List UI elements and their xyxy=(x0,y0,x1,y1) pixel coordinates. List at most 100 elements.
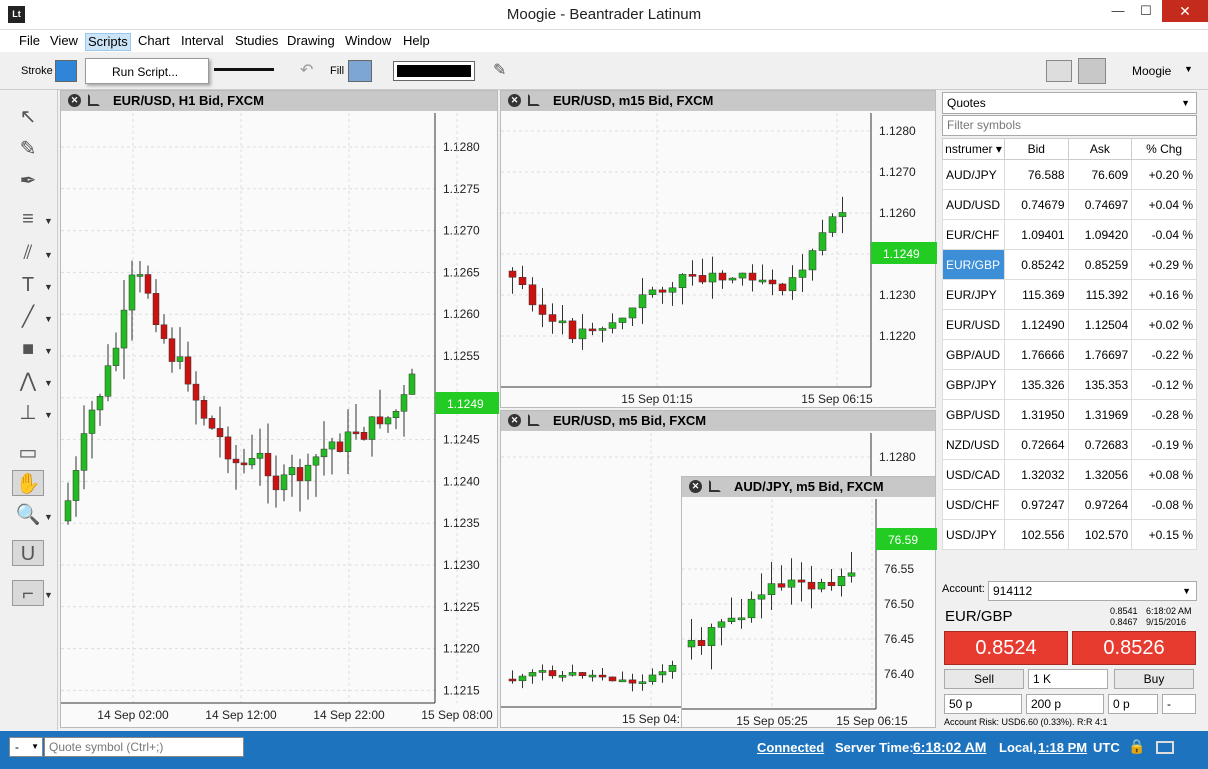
menu-studies[interactable]: Studies xyxy=(233,33,280,51)
connected-link[interactable]: Connected xyxy=(757,740,824,755)
take-profit-value: 200 p xyxy=(1031,697,1062,711)
pen-icon[interactable]: ✒ xyxy=(12,168,44,194)
chevron-down-icon[interactable]: ▼ xyxy=(1184,64,1193,74)
menu-scripts[interactable]: Scripts xyxy=(85,33,131,51)
candle-body xyxy=(847,572,856,577)
table-row[interactable]: USD/CHF 0.97247 0.97264 -0.08 % xyxy=(942,489,1197,520)
prefix-value: - xyxy=(15,740,19,754)
chart-eurusd-m15[interactable]: ✕ EUR/USD, m15 Bid, FXCM 1.1280 1.1270 1.1… xyxy=(500,90,937,408)
cell-ask: 1.32056 xyxy=(1067,459,1133,490)
line-icon[interactable]: ╱ xyxy=(12,304,44,330)
maximize-button[interactable]: ☐ xyxy=(1132,0,1160,22)
close-button[interactable]: ✕ xyxy=(1162,0,1208,22)
chevron-down-icon[interactable]: ▼ xyxy=(44,590,53,600)
col-bid[interactable]: Bid xyxy=(1004,138,1069,160)
layout-single-icon[interactable] xyxy=(1046,60,1072,82)
pointer-icon[interactable]: ↖ xyxy=(12,104,44,130)
chart-audjpy-m5[interactable]: ✕ AUD/JPY, m5 Bid, FXCM 76.55 76.50 76.45 7… xyxy=(681,476,937,728)
buy-button[interactable]: Buy xyxy=(1114,669,1194,689)
col-ask[interactable]: Ask xyxy=(1067,138,1133,160)
symbol-prefix-select[interactable]: - ▼ xyxy=(9,737,43,757)
channel-icon[interactable]: ⫽ xyxy=(12,240,44,266)
magnet-icon[interactable]: U xyxy=(12,540,44,566)
fill-pattern-picker[interactable] xyxy=(393,61,475,81)
menu-window[interactable]: Window xyxy=(343,33,393,51)
stroke-width-picker[interactable] xyxy=(214,68,274,71)
pattern-icon[interactable]: ⋀ xyxy=(12,368,44,394)
table-row[interactable]: EUR/JPY 115.369 115.392 +0.16 % xyxy=(942,279,1197,310)
table-row[interactable]: NZD/USD 0.72664 0.72683 -0.19 % xyxy=(942,429,1197,460)
candle-body xyxy=(518,277,527,285)
account-select[interactable]: 914112 ▼ xyxy=(988,581,1197,601)
sell-button[interactable]: Sell xyxy=(944,669,1024,689)
run-script-item[interactable]: Run Script... xyxy=(112,65,178,79)
trailing-stepper[interactable]: 0 p xyxy=(1108,694,1158,714)
candle-body xyxy=(728,277,737,281)
table-row[interactable]: USD/CAD 1.32032 1.32056 +0.08 % xyxy=(942,459,1197,490)
quote-symbol-input[interactable]: Quote symbol (Ctrl+;) xyxy=(44,737,244,757)
table-row[interactable]: EUR/USD 1.12490 1.12504 +0.02 % xyxy=(942,309,1197,340)
ruler-icon[interactable]: ▭ xyxy=(12,440,44,466)
chart-eurusd-h1[interactable]: ✕ EUR/USD, H1 Bid, FXCM 1.1280 1.1275 1.12… xyxy=(60,90,499,728)
table-row[interactable]: AUD/JPY 76.588 76.609 +0.20 % xyxy=(942,159,1197,190)
quantity-stepper[interactable]: 1 K xyxy=(1028,669,1108,689)
stamp-icon[interactable]: ⊥ xyxy=(12,400,44,426)
chevron-down-icon[interactable]: ▼ xyxy=(44,314,53,324)
cell-chg: +0.16 % xyxy=(1131,279,1197,310)
chevron-down-icon[interactable]: ▼ xyxy=(44,512,53,522)
order-type-select[interactable]: - xyxy=(1162,694,1196,714)
screen-icon[interactable] xyxy=(1156,741,1174,754)
table-row[interactable]: USD/JPY 102.556 102.570 +0.15 % xyxy=(942,519,1197,550)
table-row[interactable]: EUR/CHF 1.09401 1.09420 -0.04 % xyxy=(942,219,1197,250)
quotes-selector[interactable]: Quotes ▼ xyxy=(942,92,1197,114)
candle-body xyxy=(638,681,647,684)
x-tick-label: 15 Sep 01:15 xyxy=(621,392,693,406)
user-menu[interactable]: Moogie xyxy=(1132,64,1171,78)
table-row[interactable]: GBP/JPY 135.326 135.353 -0.12 % xyxy=(942,369,1197,400)
buy-price-button[interactable]: 0.8526 xyxy=(1072,631,1196,665)
menu-view[interactable]: View xyxy=(48,33,80,51)
trendline-icon[interactable]: ⌐ xyxy=(12,580,44,606)
table-row[interactable]: GBP/USD 1.31950 1.31969 -0.28 % xyxy=(942,399,1197,430)
candle-body xyxy=(608,322,617,329)
chevron-down-icon[interactable]: ▼ xyxy=(44,250,53,260)
table-row[interactable]: GBP/AUD 1.76666 1.76697 -0.22 % xyxy=(942,339,1197,370)
menu-drawing[interactable]: Drawing xyxy=(285,33,337,51)
eraser-icon[interactable]: ✎ xyxy=(493,60,506,80)
menu-file[interactable]: File xyxy=(17,33,42,51)
candle-body xyxy=(400,394,408,412)
menu-chart[interactable]: Chart xyxy=(136,33,172,51)
stroke-color-swatch[interactable] xyxy=(55,60,77,82)
menu-help[interactable]: Help xyxy=(401,33,432,51)
candle-body xyxy=(200,399,208,419)
lock-icon[interactable]: 🔒 xyxy=(1128,738,1145,755)
chevron-down-icon[interactable]: ▼ xyxy=(44,410,53,420)
chevron-down-icon[interactable]: ▼ xyxy=(44,346,53,356)
filter-symbols-input[interactable]: Filter symbols xyxy=(942,115,1197,136)
table-row[interactable]: AUD/USD 0.74679 0.74697 +0.04 % xyxy=(942,189,1197,220)
hand-icon[interactable]: ✋ xyxy=(12,470,44,496)
table-row[interactable]: EUR/GBP 0.85242 0.85259 +0.29 % xyxy=(942,249,1197,280)
minimize-button[interactable]: — xyxy=(1104,0,1132,22)
zoom-icon[interactable]: 🔍 xyxy=(12,502,44,528)
col-instrument[interactable]: nstrumer ▾ xyxy=(942,138,1005,160)
cell-chg: -0.12 % xyxy=(1131,369,1197,400)
undo-icon[interactable]: ↶ xyxy=(300,60,313,80)
fill-color-swatch[interactable] xyxy=(348,60,372,82)
col-chg[interactable]: % Chg xyxy=(1131,138,1197,160)
menu-interval[interactable]: Interval xyxy=(179,33,226,51)
layout-split-icon[interactable] xyxy=(1078,58,1106,84)
stop-loss-stepper[interactable]: 50 p xyxy=(944,694,1022,714)
sell-price-button[interactable]: 0.8524 xyxy=(944,631,1068,665)
candle-body xyxy=(648,674,657,682)
chevron-down-icon[interactable]: ▼ xyxy=(44,378,53,388)
cell-chg: -0.19 % xyxy=(1131,429,1197,460)
rectangle-icon[interactable]: ■ xyxy=(12,336,44,362)
pencil-icon[interactable]: ✎ xyxy=(12,136,44,162)
take-profit-stepper[interactable]: 200 p xyxy=(1026,694,1104,714)
chevron-down-icon[interactable]: ▼ xyxy=(44,216,53,226)
chevron-down-icon[interactable]: ▼ xyxy=(44,282,53,292)
lines-icon[interactable]: ≡ xyxy=(12,206,44,232)
text-icon[interactable]: T xyxy=(12,272,44,298)
cell-chg: -0.08 % xyxy=(1131,489,1197,520)
